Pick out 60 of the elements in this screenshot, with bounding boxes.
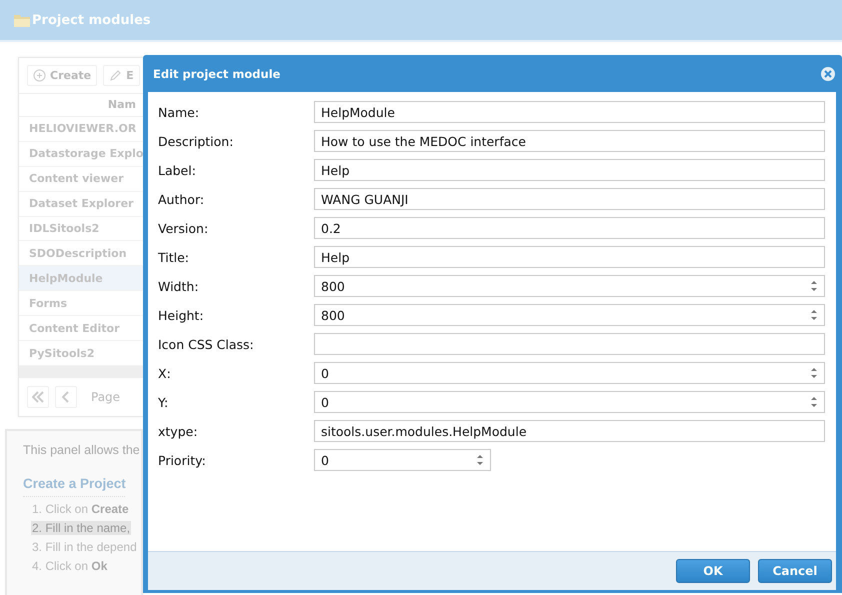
grid-row[interactable]: Forms: [19, 291, 143, 316]
spinner-icon[interactable]: [810, 308, 818, 322]
field-label: Title:: [158, 250, 190, 264]
field-label: Height:: [158, 308, 205, 322]
field-label: Width:: [158, 278, 200, 294]
close-icon[interactable]: [820, 66, 836, 82]
plus-icon: [33, 69, 46, 82]
number-field[interactable]: 0: [314, 391, 825, 413]
grid-row[interactable]: SDODescription: [19, 241, 143, 266]
chevron-icon: [62, 390, 70, 403]
spinner-icon[interactable]: [810, 395, 818, 409]
create-button[interactable]: Create: [27, 65, 98, 86]
grid-row[interactable]: Datastorage Explo: [19, 142, 143, 167]
double-chevron-icon: [32, 390, 44, 403]
grid-row[interactable]: Dataset Explorer: [19, 192, 143, 217]
spinner-icon[interactable]: [810, 366, 818, 380]
help-step: 4. Click on Ok: [31, 558, 108, 573]
input-field[interactable]: Help: [314, 159, 825, 181]
dialog-title: Edit project module: [152, 66, 280, 80]
field-label: X:: [158, 366, 172, 380]
grid-row[interactable]: Content Editor: [19, 316, 143, 342]
help-text: This panel allows the: [23, 443, 140, 457]
number-field[interactable]: 0: [314, 362, 825, 384]
help-step: 2. Fill in the name,: [31, 520, 132, 535]
grid-row[interactable]: IDLSitools2: [19, 216, 143, 242]
cancel-button[interactable]: Cancel: [758, 559, 832, 583]
field-label: Author:: [158, 192, 206, 206]
help-heading: Create a Project: [23, 475, 125, 497]
help-step: 3. Fill in the depend: [31, 540, 138, 554]
spinner-icon[interactable]: [476, 453, 484, 467]
input-field[interactable]: 0.2: [314, 217, 825, 239]
field-label: Y:: [158, 394, 170, 410]
help-step: 1. Click on Create: [31, 502, 130, 516]
input-field[interactable]: sitools.user.modules.HelpModule: [314, 420, 825, 442]
edit-button[interactable]: E: [103, 65, 140, 86]
grid-row[interactable]: PySitools2: [19, 341, 143, 366]
input-field[interactable]: WANG GUANJI: [314, 188, 825, 210]
field-label: Priority:: [158, 452, 207, 468]
field-label: Description:: [158, 134, 234, 148]
folder-icon: [14, 13, 30, 27]
input-field[interactable]: Help: [314, 246, 825, 268]
field-label: Icon CSS Class:: [158, 336, 255, 352]
grid-row[interactable]: Content viewer: [19, 166, 143, 192]
field-label: Label:: [158, 162, 197, 178]
number-field[interactable]: 800: [314, 275, 825, 297]
input-field[interactable]: How to use the MEDOC interface: [314, 130, 825, 152]
number-field[interactable]: 0: [314, 449, 491, 471]
field-label: Version:: [158, 220, 210, 236]
field-label: Name:: [158, 104, 200, 120]
pencil-icon: [109, 69, 122, 82]
input-field[interactable]: HelpModule: [314, 101, 825, 123]
input-field[interactable]: [314, 333, 825, 355]
page-label: Page: [91, 390, 120, 404]
ok-button[interactable]: OK: [676, 559, 750, 583]
number-field[interactable]: 800: [314, 304, 825, 326]
page-title: Project modules: [32, 12, 151, 28]
spinner-icon[interactable]: [810, 279, 818, 293]
grid-row[interactable]: HELIOVIEWER.OR: [19, 116, 143, 142]
scrollbar[interactable]: [19, 366, 143, 378]
field-label: xtype:: [158, 424, 199, 438]
